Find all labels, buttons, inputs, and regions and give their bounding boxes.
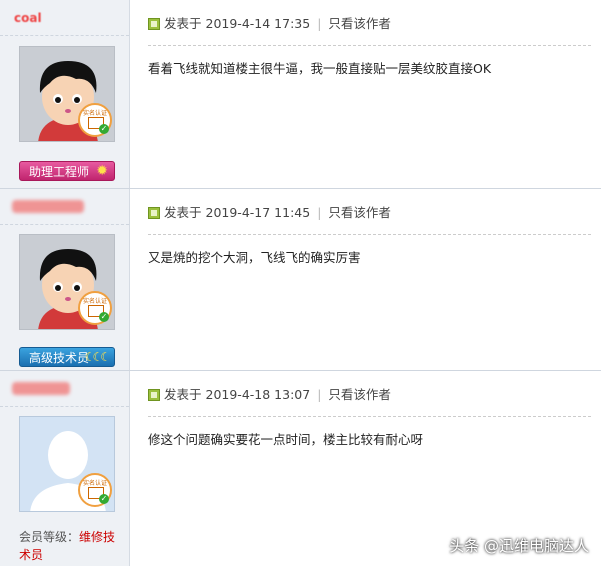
post-meta: 发表于 2019-4-17 11:45 | 只看该作者 [148,202,391,221]
separator: | [317,16,322,31]
rank-badge: 高级技术员 ☾☾☾ [19,347,115,367]
verified-stamp-icon: 实名认证 ✓ [78,103,112,137]
only-author-link[interactable]: 只看该作者 [328,16,391,31]
verified-stamp-icon: 实名认证 ✓ [78,291,112,325]
post-content: 看着飞线就知道楼主很牛逼，我一般直接贴一层美纹胶直接OK [148,61,492,76]
post-1: coal 实名认证 ✓ 助理工程师 ✹ 发表于 2019-4-14 17:35 … [0,0,601,188]
posted-prefix: 发表于 [164,387,202,402]
author-name[interactable]: coal [14,11,42,25]
verified-stamp-icon: 实名认证 ✓ [78,473,112,507]
divider [148,416,591,417]
post-body: 发表于 2019-4-17 11:45 | 只看该作者 又是焼的挖个大洞，飞线飞的确… [130,189,601,370]
rank-badge-label: 助理工程师 [29,165,90,179]
post-timestamp: 2019-4-17 11:45 [205,205,311,220]
author-name-cell [0,189,129,225]
sun-icon: ✹ [96,163,108,179]
post-content: 又是焼的挖个大洞，飞线飞的确实厉害 [148,250,361,265]
avatar[interactable]: 实名认证 ✓ [19,46,115,142]
verified-label: 实名认证 [82,110,107,117]
post-body: 发表于 2019-4-14 17:35 | 只看该作者 看着飞线就知道楼主很牛逼，我… [130,0,601,188]
post-2: 实名认证 ✓ 高级技术员 ☾☾☾ 发表于 2019-4-17 11:45 | 只看该… [0,189,601,370]
avatar[interactable]: 实名认证 ✓ [19,234,115,330]
post-icon [148,18,160,30]
moon-icon: ☾☾☾ [84,350,111,364]
divider [148,234,591,235]
post-timestamp: 2019-4-18 13:07 [205,387,311,402]
avatar[interactable]: 实名认证 ✓ [19,416,115,512]
post-meta: 发表于 2019-4-14 17:35 | 只看该作者 [148,13,391,32]
separator: | [317,387,322,402]
separator: | [317,205,322,220]
author-name-blurred[interactable] [12,200,84,213]
divider [148,45,591,46]
verified-label: 实名认证 [82,480,107,487]
post-icon [148,207,160,219]
post-content: 修这个问题确实要花一点时间，楼主比较有耐心呀 [148,432,424,447]
only-author-link[interactable]: 只看该作者 [328,387,391,402]
author-name-cell: coal [0,0,129,36]
verified-label: 实名认证 [82,298,107,305]
author-panel: coal 实名认证 ✓ 助理工程师 ✹ [0,0,130,188]
author-name-cell [0,371,129,407]
author-name-blurred[interactable] [12,382,70,395]
watermark: 头条 @迅维电脑达人 [449,537,589,555]
member-level: 会员等级：维修技术员 [19,528,124,564]
posted-prefix: 发表于 [164,205,202,220]
post-meta: 发表于 2019-4-18 13:07 | 只看该作者 [148,384,391,403]
author-panel: 实名认证 ✓ 高级技术员 ☾☾☾ [0,189,130,370]
posted-prefix: 发表于 [164,16,202,31]
member-level-label: 会员等级： [19,530,80,544]
rank-badge: 助理工程师 ✹ [19,161,115,181]
post-timestamp: 2019-4-14 17:35 [205,16,311,31]
author-panel: 实名认证 ✓ 会员等级：维修技术员 [0,371,130,566]
only-author-link[interactable]: 只看该作者 [328,205,391,220]
post-icon [148,389,160,401]
